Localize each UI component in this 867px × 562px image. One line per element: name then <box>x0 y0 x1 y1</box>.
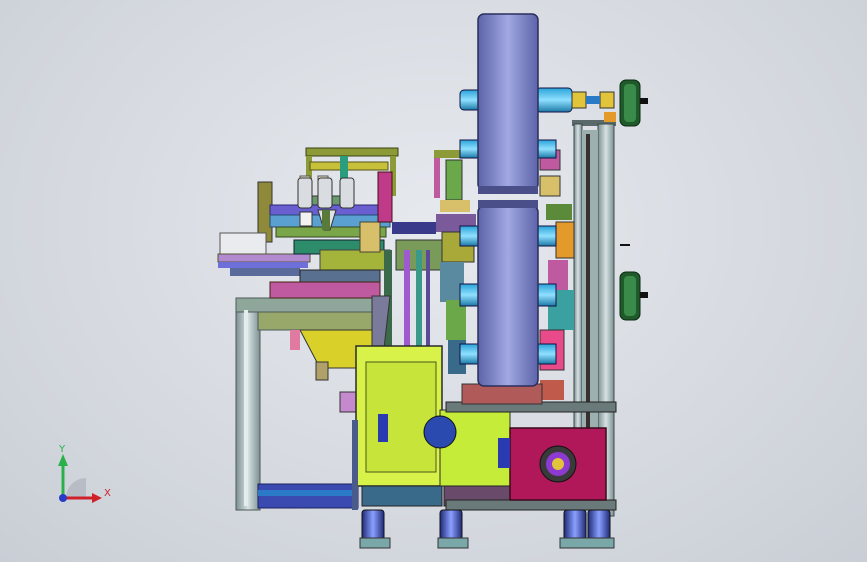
upper-drum <box>477 13 539 194</box>
leveling-feet <box>359 509 615 549</box>
lower-handwheel <box>619 271 648 321</box>
machine-assembly-model[interactable]: Y X <box>0 0 867 562</box>
lower-drum <box>477 200 539 387</box>
x-axis-label: X <box>104 488 111 499</box>
y-axis-label: Y <box>58 444 66 455</box>
motor-box <box>498 427 607 501</box>
coordinate-triad: Y X <box>58 444 111 503</box>
upper-handwheel <box>619 79 648 127</box>
cad-viewport[interactable]: Y X <box>0 0 867 562</box>
